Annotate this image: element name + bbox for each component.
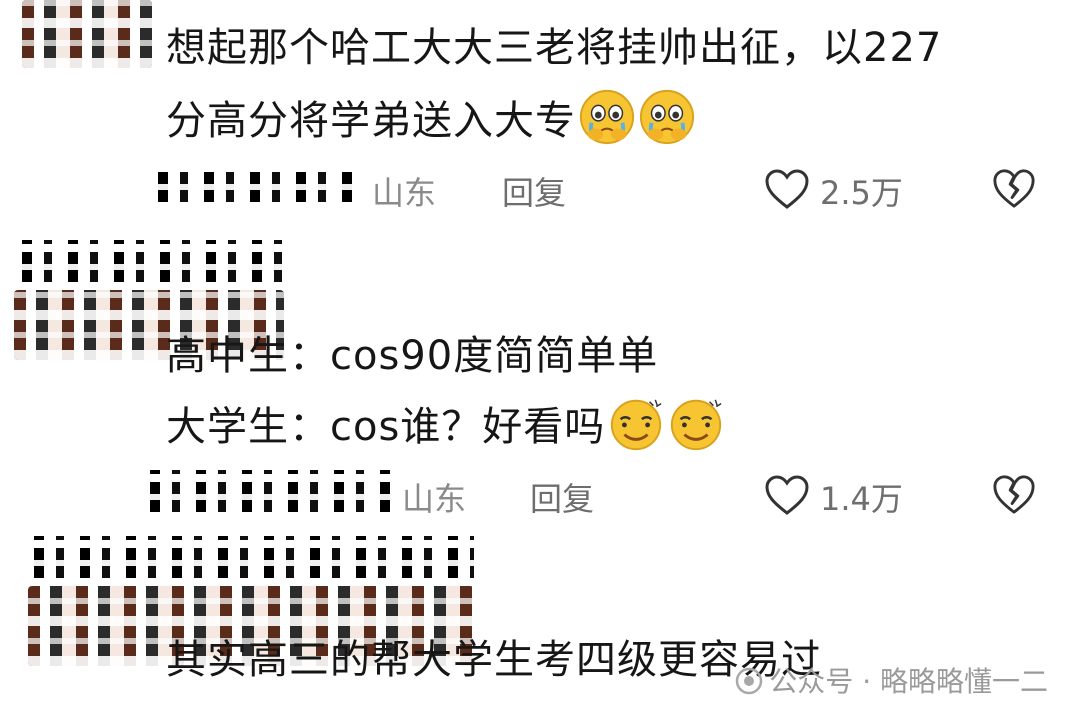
wechat-official-account-icon <box>736 667 763 695</box>
dizzy-smile-face-icon <box>611 399 662 451</box>
heart-outline-icon[interactable] <box>764 474 810 516</box>
comment-meta: 山东 回复 1.4万 <box>0 464 1080 524</box>
comment-text-line1: 其实高三的帮大学生考四级更容易过 <box>166 637 822 683</box>
crying-face-icon <box>579 89 635 145</box>
censored-username <box>22 240 292 290</box>
broken-heart-icon[interactable] <box>992 472 1036 516</box>
like-count: 2.5万 <box>820 174 903 212</box>
location-label: 山东 <box>372 174 437 212</box>
watermark: 公众号 · 略略略懂一二 <box>735 660 1048 700</box>
comment-text: 大学生：cos谁？好看吗 <box>166 394 725 455</box>
broken-heart-icon[interactable] <box>992 166 1036 210</box>
comment-text: 想起那个哈工大大三老将挂帅出征，以227 <box>166 20 942 76</box>
comment-text-line2: 分高分将学弟送入大专 <box>166 98 576 144</box>
reply-button[interactable]: 回复 <box>502 168 566 214</box>
reply-button[interactable]: 回复 <box>530 474 594 520</box>
comment-text-line1: 想起那个哈工大大三老将挂帅出征，以227 <box>166 25 943 71</box>
watermark-text: 公众号 · 略略略懂一二 <box>769 665 1048 698</box>
location-label: 山东 <box>402 480 467 518</box>
comment-meta: 山东 回复 2.5万 <box>0 158 1080 218</box>
avatar[interactable] <box>22 0 152 68</box>
comment-text: 分高分将学弟送入大专 <box>166 88 696 149</box>
crying-face-icon <box>639 89 695 145</box>
comment-text: 其实高三的帮大学生考四级更容易过 <box>166 632 822 688</box>
censored-username <box>34 536 474 586</box>
dizzy-smile-face-icon <box>671 399 722 451</box>
like-count: 1.4万 <box>820 480 903 518</box>
censored-username <box>150 470 390 520</box>
heart-outline-icon[interactable] <box>764 168 810 210</box>
comment-text-line1: 高中生：cos90度简简单单 <box>166 333 659 379</box>
comment-text: 高中生：cos90度简简单单 <box>166 328 658 384</box>
comment-text-line2: 大学生：cos谁？好看吗 <box>166 404 606 450</box>
censored-username <box>158 164 358 210</box>
